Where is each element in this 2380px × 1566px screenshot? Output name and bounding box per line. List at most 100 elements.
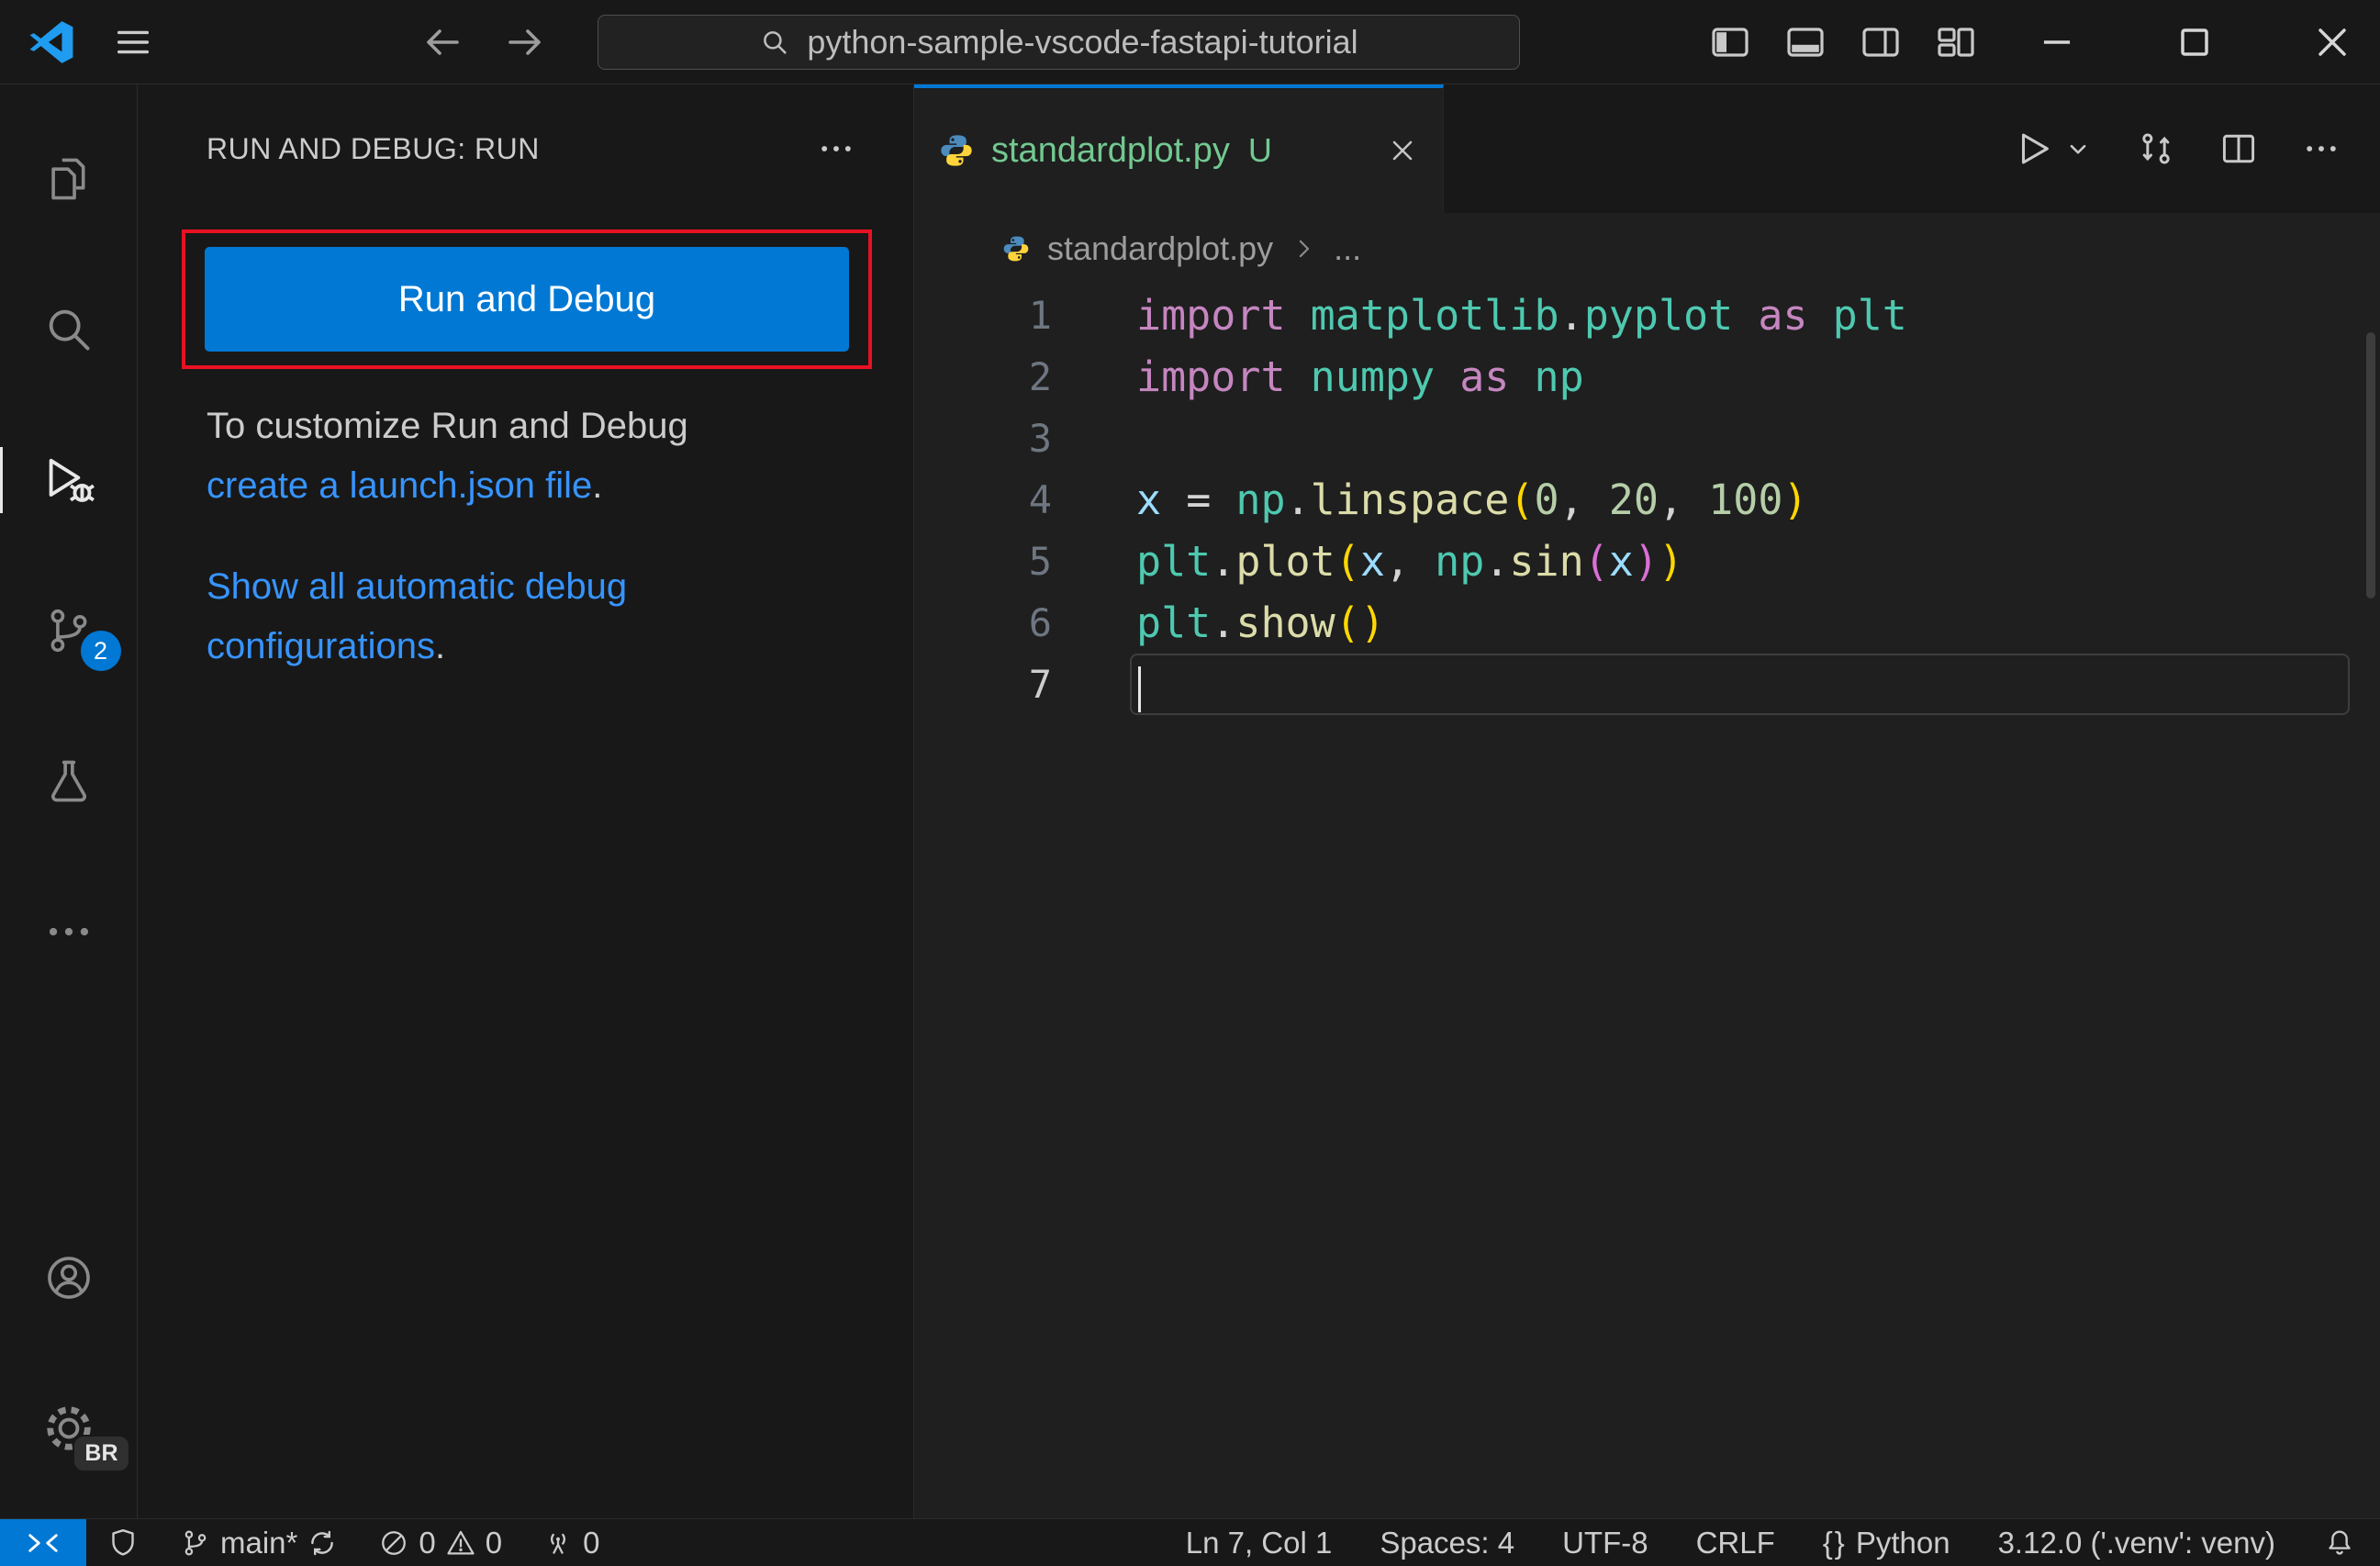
editor-group: standardplot.py U standardplot.py ... 1 … [913, 84, 2380, 1518]
layout-customize-icon[interactable] [1934, 20, 1978, 64]
problems-button[interactable]: 0 0 [358, 1519, 522, 1566]
layout-panel-icon[interactable] [1783, 20, 1827, 64]
search-text: python-sample-vscode-fastapi-tutorial [807, 22, 1358, 61]
python-interpreter-button[interactable]: 3.12.0 ('.venv': venv) [1974, 1519, 2299, 1566]
code-text[interactable]: import numpy as np [1056, 346, 2380, 408]
search-view-icon[interactable] [0, 300, 138, 359]
breadcrumb-symbol-more[interactable]: ... [1334, 229, 1361, 268]
account-icon[interactable] [0, 1248, 138, 1307]
code-line[interactable]: 3 [914, 408, 2380, 469]
source-control-badge: 2 [80, 631, 121, 671]
remote-indicator-button[interactable] [0, 1519, 86, 1566]
show-debug-configurations-link[interactable]: Show all automatic debug configurations [207, 566, 627, 666]
eol-button[interactable]: CRLF [1672, 1519, 1799, 1566]
panel-title: RUN AND DEBUG: RUN [207, 131, 540, 165]
python-file-icon [938, 132, 975, 169]
layout-sidebar-left-icon[interactable] [1708, 20, 1752, 64]
auto-configs-text: Show all automatic debug configurations. [207, 566, 628, 666]
encoding-button[interactable]: UTF-8 [1538, 1519, 1672, 1566]
views-more-actions-icon[interactable] [816, 129, 856, 169]
code-editor[interactable]: 1 import matplotlib.pyplot as plt 2 import … [914, 285, 2380, 715]
status-bar: main* 0 0 0 Ln 7, Col 1 Spaces: 4 UTF-8 … [0, 1518, 2380, 1566]
breadcrumb[interactable]: standardplot.py ... [914, 213, 2380, 285]
go-forward-button[interactable] [503, 20, 547, 64]
more-actions-icon[interactable] [2301, 129, 2341, 169]
open-changes-icon[interactable] [2136, 129, 2176, 169]
split-editor-icon[interactable] [2218, 129, 2259, 169]
code-line[interactable]: 2 import numpy as np [914, 346, 2380, 408]
warning-icon [447, 1530, 475, 1554]
git-branch-button[interactable]: main* [160, 1519, 358, 1566]
remote-icon [28, 1533, 58, 1552]
line-number: 7 [1028, 662, 1052, 707]
more-views-icon[interactable] [0, 902, 138, 961]
indentation-button[interactable]: Spaces: 4 [1356, 1519, 1538, 1566]
close-icon[interactable] [2308, 18, 2356, 66]
line-number: 4 [1028, 477, 1052, 522]
radio-tower-icon [551, 1533, 566, 1554]
run-and-debug-icon[interactable] [0, 447, 138, 513]
vscode-logo-icon [28, 18, 75, 66]
bell-icon [2329, 1530, 2351, 1555]
line-number: 6 [1028, 600, 1052, 645]
chevron-right-icon [1290, 235, 1317, 263]
editor-scrollbar[interactable] [2366, 332, 2375, 598]
breadcrumb-file[interactable]: standardplot.py [1047, 229, 1273, 268]
go-back-button[interactable] [420, 20, 464, 64]
code-line[interactable]: 1 import matplotlib.pyplot as plt [914, 285, 2380, 346]
sync-icon [311, 1530, 334, 1555]
code-text[interactable] [1130, 654, 2350, 715]
settings-gear-icon[interactable]: BR [0, 1399, 138, 1472]
code-line[interactable]: 6 plt.show() [914, 592, 2380, 654]
explorer-icon[interactable] [0, 150, 138, 208]
code-text[interactable]: plt.show() [1056, 592, 2380, 654]
layout-sidebar-right-icon[interactable] [1859, 20, 1903, 64]
maximize-icon[interactable] [2171, 18, 2218, 66]
branch-name: main* [220, 1525, 298, 1560]
error-count: 0 [419, 1525, 436, 1560]
vscode-window: python-sample-vscode-fastapi-tutorial 2 … [0, 0, 2380, 1566]
code-text[interactable] [1056, 408, 2380, 469]
language-name: Python [1855, 1525, 1950, 1560]
code-text[interactable]: import matplotlib.pyplot as plt [1056, 285, 2380, 346]
annotation-highlight-box: Run and Debug [182, 229, 872, 369]
source-control-icon[interactable]: 2 [0, 601, 138, 671]
python-file-icon [1001, 234, 1031, 263]
line-number: 2 [1028, 354, 1052, 399]
git-status-untracked: U [1247, 131, 1272, 169]
code-text[interactable]: plt.plot(x, np.sin(x)) [1056, 531, 2380, 592]
tab-bar: standardplot.py U [914, 84, 2380, 213]
run-python-file-icon[interactable] [2013, 128, 2055, 170]
code-line[interactable]: 5 plt.plot(x, np.sin(x)) [914, 531, 2380, 592]
code-line[interactable]: 4x = np.linspace(0, 20, 100) [914, 469, 2380, 531]
tab-close-icon[interactable] [1386, 134, 1419, 167]
run-options-chevron-down-icon[interactable] [2062, 133, 2094, 164]
braces-icon: {} [1822, 1525, 1847, 1560]
ports-button[interactable]: 0 [522, 1519, 620, 1566]
notifications-button[interactable] [2299, 1519, 2380, 1566]
testing-icon[interactable] [0, 752, 138, 811]
code-line[interactable]: 7 [914, 654, 2380, 715]
menu-icon[interactable] [112, 21, 154, 63]
workspace-trust-button[interactable] [86, 1519, 160, 1566]
run-and-debug-button[interactable]: Run and Debug [205, 247, 849, 352]
ports-count: 0 [583, 1525, 600, 1560]
command-center-search[interactable]: python-sample-vscode-fastapi-tutorial [598, 14, 1520, 70]
language-mode-button[interactable]: {} Python [1799, 1519, 1974, 1566]
create-launch-json-link[interactable]: create a launch.json file [207, 465, 592, 506]
code-text[interactable]: x = np.linspace(0, 20, 100) [1056, 469, 2380, 531]
text-cursor [1138, 666, 1141, 712]
line-number: 5 [1028, 539, 1052, 584]
git-branch-icon [184, 1530, 207, 1555]
tab-label: standardplot.py [991, 130, 1230, 170]
search-icon [759, 27, 790, 58]
minimize-icon[interactable] [2033, 18, 2081, 66]
line-number: 3 [1028, 416, 1052, 461]
customize-hint-text: To customize Run and Debug create a laun… [207, 406, 688, 506]
tab-standardplot[interactable]: standardplot.py U [914, 84, 1444, 213]
line-number: 1 [1028, 293, 1052, 338]
activity-bar: 2 BR [0, 84, 138, 1518]
cursor-position-button[interactable]: Ln 7, Col 1 [1162, 1519, 1357, 1566]
run-and-debug-panel: RUN AND DEBUG: RUN Run and Debug To cust… [138, 84, 913, 1518]
profile-badge[interactable]: BR [73, 1435, 130, 1472]
